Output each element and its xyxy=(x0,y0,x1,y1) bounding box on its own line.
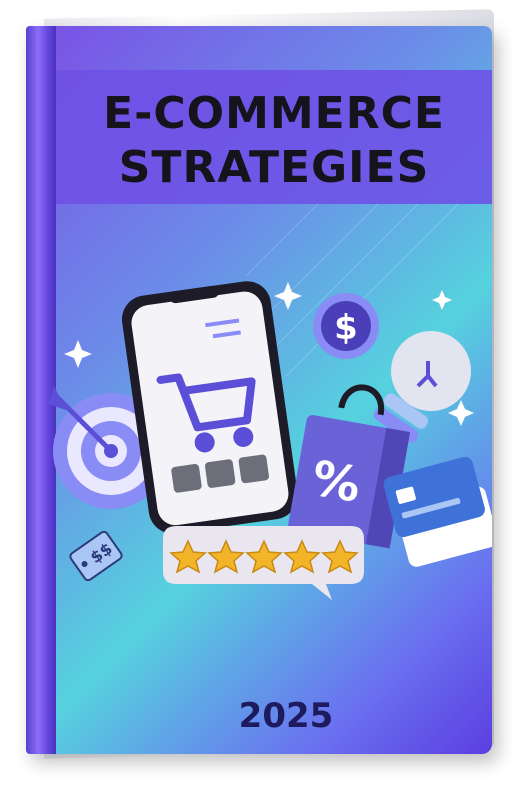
ebook-mockup: $$ $ % E-COMMERCE STRATEGIES 2025 xyxy=(0,0,512,800)
book-title-line1: E-COMMERCE xyxy=(103,88,445,139)
five-star-rating-icon xyxy=(163,526,364,600)
book-title-line2: STRATEGIES xyxy=(118,142,430,193)
book-year: 2025 xyxy=(238,696,334,736)
price-tag-icon: $$ xyxy=(69,530,123,582)
smartphone-icon xyxy=(121,281,298,534)
lightbulb-icon xyxy=(373,331,471,443)
bag-percent-symbol: % xyxy=(308,450,365,514)
coin-symbol: $ xyxy=(334,308,358,348)
book-cover: $$ $ % E-COMMERCE STRATEGIES 2025 xyxy=(26,26,492,754)
dollar-coin-icon: $ xyxy=(313,293,379,359)
